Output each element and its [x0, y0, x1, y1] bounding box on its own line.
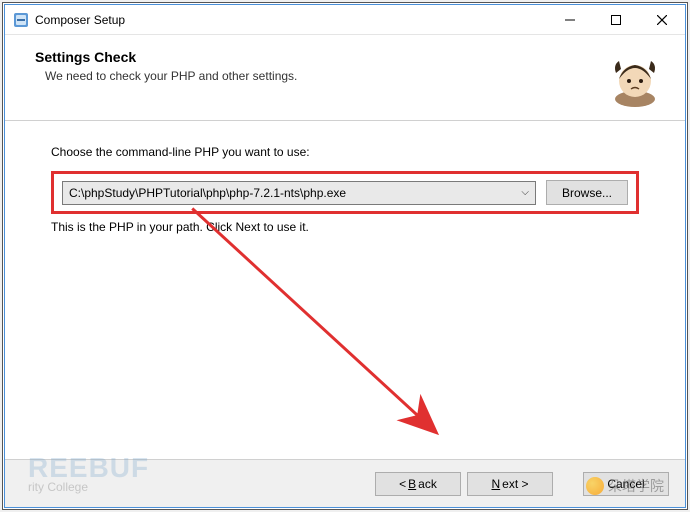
- php-path-dropdown[interactable]: C:\phpStudy\PHPTutorial\php\php-7.2.1-nt…: [62, 181, 536, 205]
- window: Composer Setup Settings Check We need to…: [4, 4, 686, 508]
- wizard-header: Settings Check We need to check your PHP…: [5, 35, 685, 121]
- app-icon: [13, 12, 29, 28]
- back-button[interactable]: < Back: [375, 472, 461, 496]
- window-controls: [547, 5, 685, 34]
- close-button[interactable]: [639, 5, 685, 34]
- browse-button[interactable]: Browse...: [546, 180, 628, 205]
- maximize-icon: [611, 15, 621, 25]
- page-subtext: We need to check your PHP and other sett…: [35, 69, 661, 83]
- maximize-button[interactable]: [593, 5, 639, 34]
- cancel-button[interactable]: Cancel: [583, 472, 669, 496]
- next-button[interactable]: Next >: [467, 472, 553, 496]
- page-heading: Settings Check: [35, 49, 661, 65]
- php-path-value: C:\phpStudy\PHPTutorial\php\php-7.2.1-nt…: [69, 186, 346, 200]
- close-icon: [657, 15, 667, 25]
- chevron-down-icon: ⌵: [521, 187, 529, 198]
- minimize-icon: [565, 15, 575, 25]
- path-hint: This is the PHP in your path. Click Next…: [51, 220, 639, 234]
- minimize-button[interactable]: [547, 5, 593, 34]
- header-illustration: [607, 53, 663, 109]
- titlebar: Composer Setup: [5, 5, 685, 35]
- wizard-body: Choose the command-line PHP you want to …: [5, 121, 685, 459]
- annotation-highlight: C:\phpStudy\PHPTutorial\php\php-7.2.1-nt…: [51, 171, 639, 214]
- window-title: Composer Setup: [35, 13, 547, 27]
- php-choose-label: Choose the command-line PHP you want to …: [51, 145, 639, 159]
- wizard-footer: < Back Next > Cancel: [5, 459, 685, 507]
